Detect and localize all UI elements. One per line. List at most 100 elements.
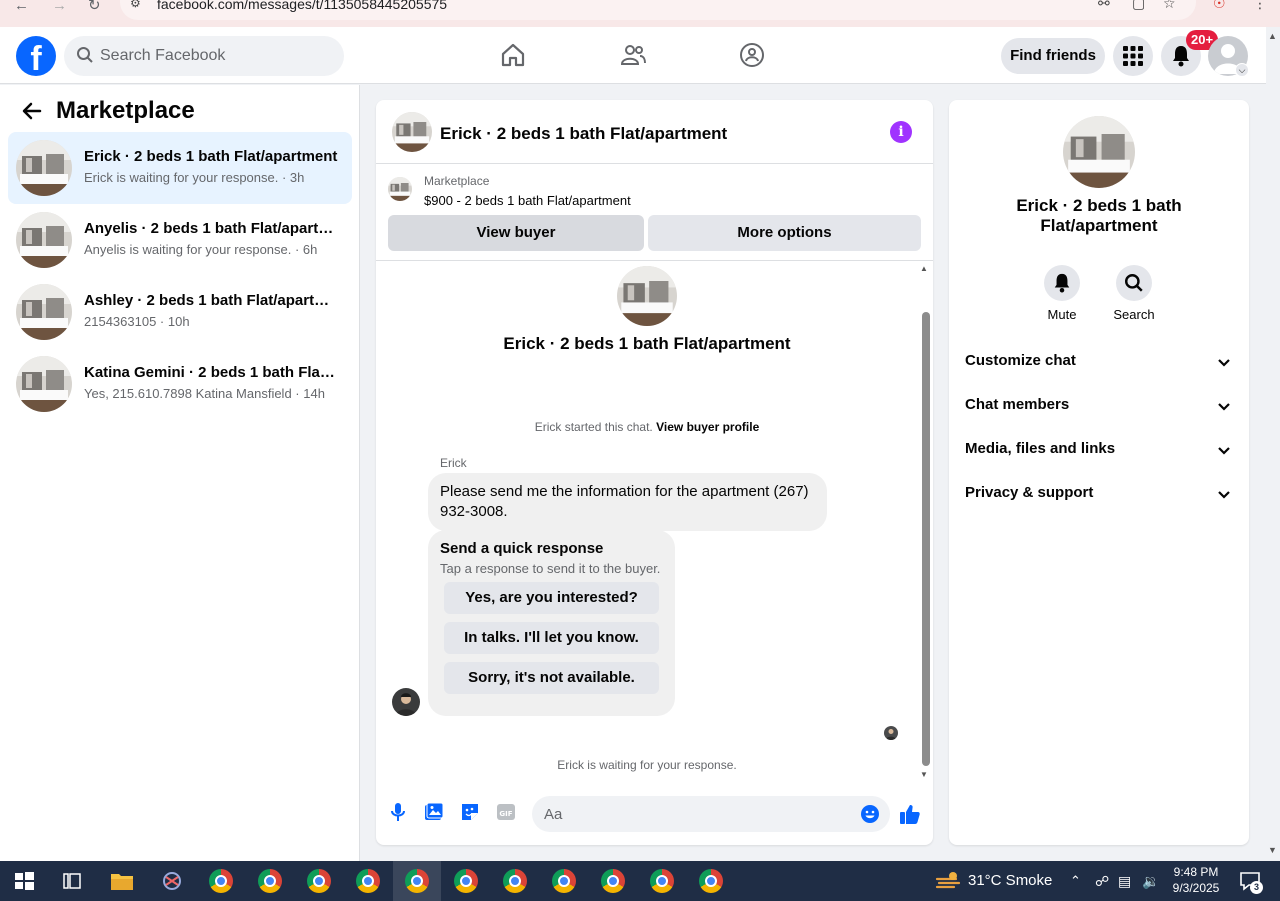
search-input[interactable] (100, 36, 330, 76)
listing-price-title[interactable]: $900 - 2 beds 1 bath Flat/apartment (424, 193, 631, 208)
conversation-item[interactable]: Katina Gemini · 2 beds 1 bath Flat/... Y… (8, 348, 352, 420)
listing-thumbnail (16, 356, 72, 412)
chat-members-section[interactable]: Chat members (957, 386, 1241, 426)
tray-chevron-icon[interactable]: ⌃ (1070, 861, 1081, 901)
listing-thumbnail (1063, 116, 1135, 188)
microphone-icon[interactable] (388, 802, 408, 822)
find-friends-button[interactable]: Find friends (1001, 38, 1105, 74)
thread-scrollbar[interactable]: ▲ ▼ (918, 262, 933, 782)
listing-kind: Marketplace (424, 174, 490, 188)
section-title: Media, files and links (965, 440, 1116, 457)
listing-thumbnail (16, 212, 72, 268)
chrome-profile-icon[interactable] (356, 869, 380, 893)
volume-icon[interactable]: 🔉 (1142, 861, 1159, 901)
page-title: Marketplace (56, 97, 195, 124)
privacy-support-section[interactable]: Privacy & support (957, 474, 1241, 514)
weather-text[interactable]: 31°C Smoke (968, 861, 1052, 901)
windows-taskbar: 31°C Smoke ⌃ ☍ ▤ 🔉 9:48 PM 9/3/2025 3 (0, 861, 1280, 901)
conversation-item[interactable]: Erick · 2 beds 1 bath Flat/apartment Eri… (8, 132, 352, 204)
listing-thumbnail (617, 266, 677, 326)
view-buyer-button[interactable]: View buyer (388, 215, 644, 251)
chat-title[interactable]: Erick · 2 beds 1 bath Flat/apartment (440, 124, 727, 144)
listing-thumbnail[interactable] (392, 112, 432, 152)
listing-thumbnail (16, 284, 72, 340)
gif-icon[interactable]: GIF (496, 802, 516, 822)
message-box[interactable] (532, 796, 890, 832)
info-icon[interactable]: i (890, 121, 912, 143)
weather-icon[interactable] (934, 867, 962, 895)
media-files-links-section[interactable]: Media, files and links (957, 430, 1241, 470)
conversation-item[interactable]: Anyelis · 2 beds 1 bath Flat/apartm... A… (8, 204, 352, 276)
password-key-icon[interactable]: ⚯ (1098, 0, 1110, 12)
chrome-profile-icon[interactable] (454, 869, 478, 893)
sticker-icon[interactable] (460, 802, 480, 822)
grid-menu-icon (1123, 46, 1143, 66)
menu-button[interactable] (1113, 36, 1153, 76)
network-icon[interactable]: ▤ (1118, 861, 1131, 901)
customize-chat-section[interactable]: Customize chat (957, 342, 1241, 382)
groups-icon[interactable] (738, 41, 766, 69)
chevron-down-icon[interactable]: ⌵ (1235, 63, 1249, 77)
browser-menu-icon[interactable]: ⋮ (1253, 0, 1267, 12)
search-icon (77, 47, 93, 63)
chevron-down-icon (1218, 491, 1230, 499)
photo-icon[interactable] (424, 802, 444, 822)
home-icon[interactable] (499, 41, 527, 69)
forward-arrow-icon[interactable]: → (52, 0, 67, 13)
back-arrow-icon[interactable] (20, 99, 44, 123)
quick-response-button[interactable]: In talks. I'll let you know. (444, 622, 659, 654)
chevron-down-icon (1218, 447, 1230, 455)
onedrive-icon[interactable]: ☍ (1095, 861, 1109, 901)
chrome-profile-icon[interactable] (699, 869, 723, 893)
url-text[interactable]: facebook.com/messages/t/1135058445205575 (157, 0, 447, 12)
site-info-icon[interactable]: ⚙ (130, 0, 141, 10)
install-app-icon[interactable]: ▢ (1132, 0, 1145, 12)
facebook-logo-icon[interactable]: f (16, 36, 56, 76)
chrome-profile-icon[interactable] (307, 869, 331, 893)
scroll-down-icon[interactable]: ▼ (1268, 845, 1277, 855)
task-view-icon[interactable] (58, 867, 86, 895)
scroll-down-icon[interactable]: ▼ (920, 770, 928, 779)
quick-response-subtitle: Tap a response to send it to the buyer. (440, 561, 661, 576)
conversation-list-panel: Marketplace Erick · 2 beds 1 bath Flat/a… (0, 85, 360, 861)
chrome-icon[interactable] (209, 869, 233, 893)
scrollbar-thumb[interactable] (922, 312, 930, 766)
file-explorer-icon[interactable] (108, 867, 136, 895)
windows-start-icon[interactable] (10, 867, 38, 895)
mute-label: Mute (1047, 307, 1077, 322)
bookmark-star-icon[interactable]: ☆ (1163, 0, 1176, 12)
incoming-message: Please send me the information for the a… (428, 473, 827, 531)
chrome-profile-icon[interactable] (405, 869, 429, 893)
scroll-up-icon[interactable]: ▲ (1268, 31, 1277, 41)
mute-button[interactable]: Mute (1032, 265, 1092, 322)
profile-icon[interactable]: ☉ (1213, 0, 1226, 12)
back-arrow-icon[interactable]: ← (14, 0, 29, 13)
chrome-profile-icon[interactable] (552, 869, 576, 893)
friends-icon[interactable] (619, 41, 647, 69)
page-scrollbar[interactable]: ▲ ▼ (1266, 27, 1280, 861)
conversation-name: Erick · 2 beds 1 bath Flat/apartment (84, 148, 338, 165)
message-thread: Erick · 2 beds 1 bath Flat/apartment Eri… (376, 262, 933, 782)
app-icon[interactable] (158, 867, 186, 895)
waiting-notice: Erick is waiting for your response. (557, 758, 737, 772)
thumbs-up-icon[interactable] (898, 802, 922, 826)
conversation-item[interactable]: Ashley · 2 beds 1 bath Flat/apartm... 21… (8, 276, 352, 348)
conversation-preview: Anyelis is waiting for your response. · … (84, 242, 318, 257)
view-buyer-profile-link[interactable]: View buyer profile (656, 420, 759, 434)
quick-response-button[interactable]: Yes, are you interested? (444, 582, 659, 614)
chat-details-panel: Erick · 2 beds 1 bath Flat/apartment Mut… (949, 100, 1249, 845)
search-conversation-button[interactable]: Search (1104, 265, 1164, 322)
search-box[interactable] (64, 36, 344, 76)
system-clock[interactable]: 9:48 PM 9/3/2025 (1168, 864, 1224, 896)
sender-avatar[interactable] (392, 688, 420, 716)
quick-response-button[interactable]: Sorry, it's not available. (444, 662, 659, 694)
chrome-profile-icon[interactable] (650, 869, 674, 893)
message-input[interactable] (544, 796, 844, 832)
reload-icon[interactable]: ↻ (88, 0, 101, 13)
chrome-profile-icon[interactable] (601, 869, 625, 893)
more-options-button[interactable]: More options (648, 215, 921, 251)
scroll-up-icon[interactable]: ▲ (920, 264, 928, 273)
chrome-profile-icon[interactable] (503, 869, 527, 893)
emoji-icon[interactable] (860, 804, 880, 824)
chrome-profile-icon[interactable] (258, 869, 282, 893)
